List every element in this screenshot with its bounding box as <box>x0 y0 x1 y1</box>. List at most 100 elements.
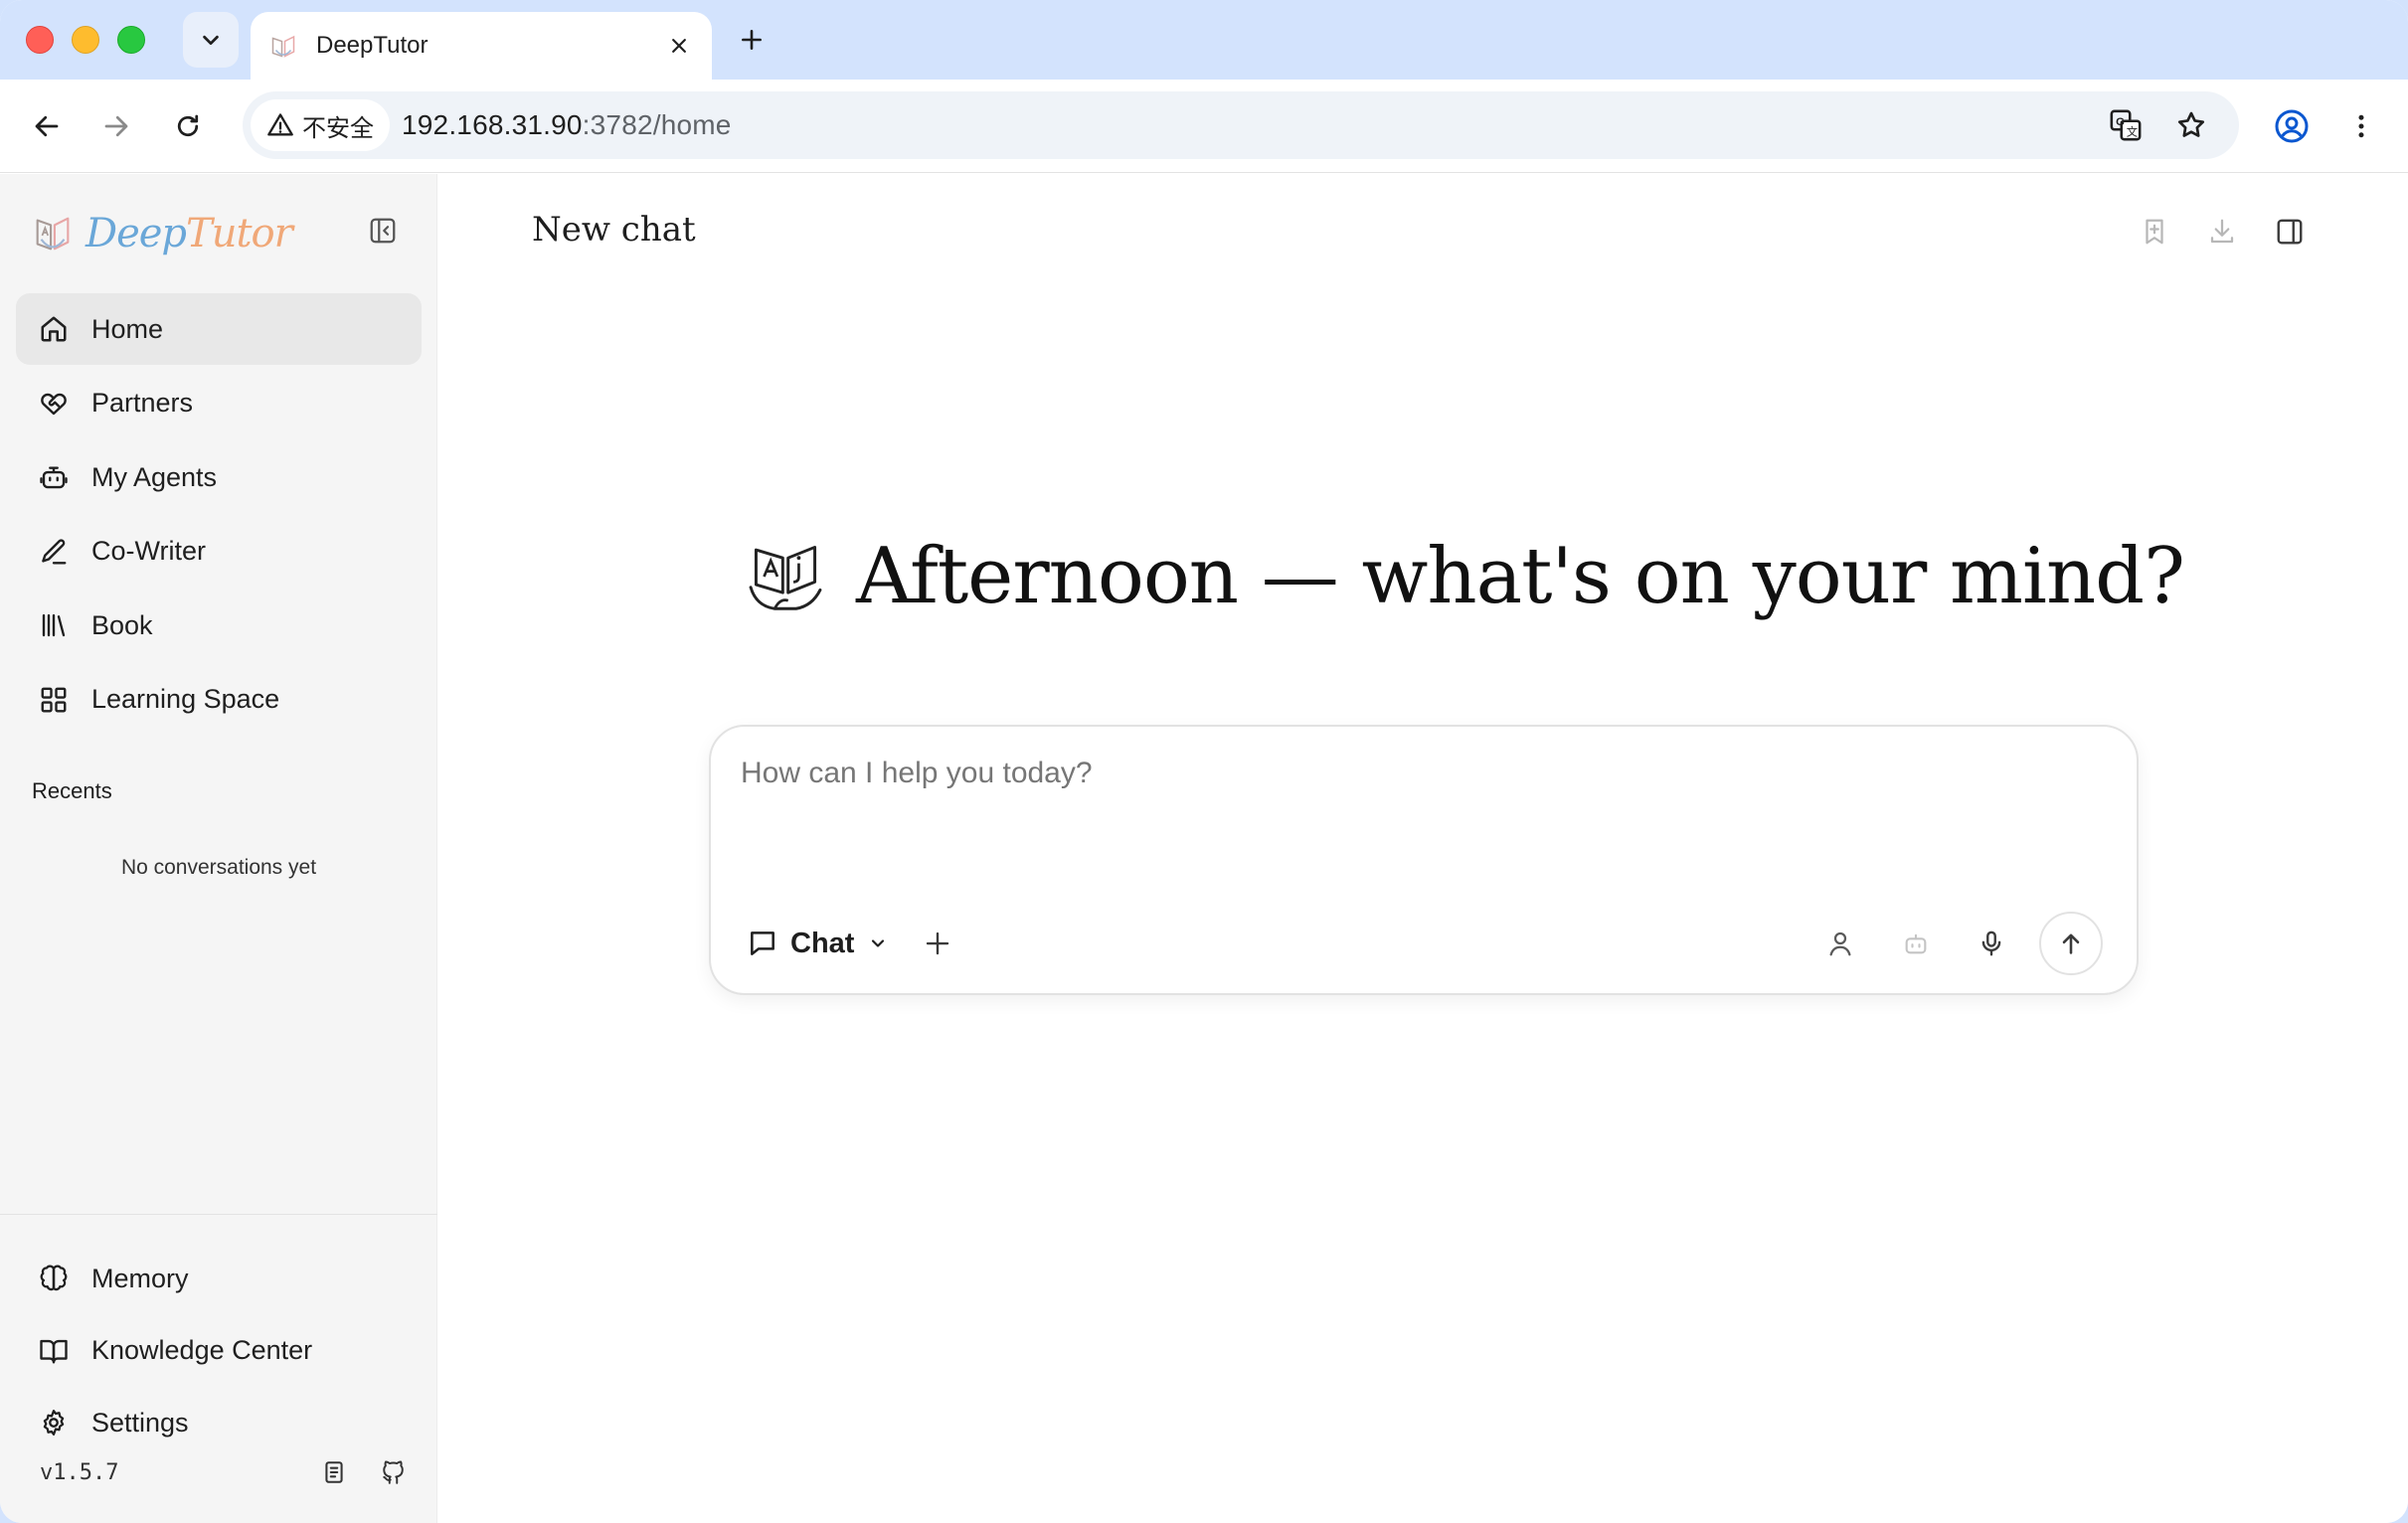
message-input[interactable] <box>741 757 2103 836</box>
app-version: v1.5.7 <box>40 1460 119 1485</box>
deeptutor-hand-book-icon <box>749 545 822 610</box>
arrow-right-icon <box>104 115 128 137</box>
back-button[interactable] <box>24 103 70 149</box>
plus-icon <box>926 931 949 955</box>
tab-close-icon[interactable] <box>664 31 694 61</box>
mode-label: Chat <box>790 927 855 959</box>
download-button[interactable] <box>2202 212 2242 252</box>
secondary-nav: Memory Knowledge Center Settings <box>16 1243 422 1459</box>
profile-button[interactable] <box>2269 103 2315 149</box>
star-icon <box>2177 111 2205 137</box>
sidebar-item-settings[interactable]: Settings <box>16 1387 422 1458</box>
gear-icon <box>38 1407 70 1438</box>
brand-wordmark: DeepTutor <box>86 211 293 256</box>
chat-bubble-icon <box>751 931 774 955</box>
minimize-window-button[interactable] <box>72 26 99 54</box>
brain-icon <box>38 1263 70 1294</box>
reload-button[interactable] <box>165 103 211 149</box>
address-bar[interactable]: 不安全 192.168.31.90:3782/home G文 <box>243 91 2239 159</box>
tab-search-button[interactable] <box>183 12 239 68</box>
security-indicator[interactable]: 不安全 <box>251 99 390 151</box>
sidebar-item-label: Learning Space <box>91 684 280 714</box>
robot-icon <box>1905 933 1927 954</box>
svg-text:G: G <box>2116 116 2125 128</box>
sidebar-item-label: Knowledge Center <box>91 1335 313 1365</box>
sidebar-item-label: Partners <box>91 388 194 418</box>
translate-button[interactable]: G文 <box>2106 105 2146 145</box>
persona-button[interactable] <box>1820 924 1860 963</box>
maximize-window-button[interactable] <box>117 26 145 54</box>
send-button[interactable] <box>2039 912 2103 975</box>
browser-tab[interactable]: DeepTutor <box>251 12 712 80</box>
sidebar-item-book[interactable]: Book <box>16 590 422 661</box>
bookmark-star-button[interactable] <box>2171 105 2211 145</box>
browser-menu-button[interactable] <box>2338 103 2384 149</box>
recents-empty-state: No conversations yet <box>120 856 317 879</box>
browser-window: DeepTutor 不安全 192.168.31.90:3782/home G … <box>0 0 2408 1523</box>
home-icon <box>38 313 70 345</box>
warning-icon <box>267 113 293 136</box>
agent-button[interactable] <box>1896 924 1936 963</box>
github-button[interactable] <box>378 1456 410 1488</box>
tab-title: DeepTutor <box>316 32 429 59</box>
plus-icon <box>742 30 762 50</box>
sidebar-item-knowledge-center[interactable]: Knowledge Center <box>16 1315 422 1387</box>
grid-icon <box>38 684 70 716</box>
panel-right-icon <box>2277 219 2303 245</box>
chevron-down-icon <box>872 939 885 947</box>
sidebar-item-learning-space[interactable]: Learning Space <box>16 664 422 736</box>
sidebar-item-label: Home <box>91 313 164 344</box>
handshake-heart-icon <box>38 388 70 420</box>
sidebar-item-label: Co-Writer <box>91 536 207 566</box>
sidebar-item-label: Memory <box>91 1263 189 1293</box>
forward-button[interactable] <box>93 103 139 149</box>
sidebar-item-label: Settings <box>91 1407 189 1438</box>
brand-logo[interactable]: DeepTutor <box>30 204 293 263</box>
recents-heading: Recents <box>32 778 112 803</box>
brand-part2: Tutor <box>186 211 293 256</box>
brand-part1: Deep <box>86 211 187 256</box>
url-host: 192.168.31.90 <box>402 109 583 140</box>
document-icon <box>325 1461 343 1483</box>
url-path: :3782/home <box>582 109 732 140</box>
sidebar-footer: Memory Knowledge Center Settings <box>0 1214 437 1438</box>
sidebar-item-co-writer[interactable]: Co-Writer <box>16 516 422 588</box>
add-attachment-button[interactable] <box>916 922 959 965</box>
collapse-sidebar-button[interactable] <box>366 214 400 248</box>
sidebar-item-label: Book <box>91 609 153 640</box>
docs-button[interactable] <box>318 1456 350 1488</box>
save-bookmark-button[interactable] <box>2135 212 2174 252</box>
deeptutor-logo-icon <box>36 217 70 251</box>
sidebar-item-home[interactable]: Home <box>16 293 422 365</box>
main-panel: New chat Afternoon — what's on your mind… <box>438 174 2408 1523</box>
sidebar-item-label: My Agents <box>91 461 218 492</box>
download-icon <box>2210 219 2234 244</box>
greeting: Afternoon — what's on your mind? <box>743 522 2185 631</box>
mode-selector-button[interactable]: Chat <box>747 922 888 965</box>
browser-toolbar: 不安全 192.168.31.90:3782/home G文 <box>0 80 2408 173</box>
voice-input-button[interactable] <box>1972 924 2011 963</box>
url-text[interactable]: 192.168.31.90:3782/home <box>402 91 732 159</box>
new-tab-button[interactable] <box>732 20 772 60</box>
bookmark-add-icon <box>2146 219 2163 245</box>
translate-icon: G文 <box>2110 109 2142 141</box>
sidebar-collapse-icon <box>370 218 396 244</box>
toggle-right-panel-button[interactable] <box>2270 212 2310 252</box>
library-icon <box>38 609 70 641</box>
book-open-icon <box>38 1335 70 1367</box>
primary-nav: Home Partners My Agents Co-Writer Book L… <box>16 293 422 738</box>
github-icon <box>383 1460 404 1484</box>
arrow-left-icon <box>35 115 59 137</box>
sidebar-item-my-agents[interactable]: My Agents <box>16 441 422 513</box>
account-circle-icon <box>2275 109 2309 143</box>
sidebar-item-memory[interactable]: Memory <box>16 1243 422 1314</box>
user-icon <box>1829 931 1851 956</box>
microphone-icon <box>1981 931 2001 956</box>
deeptutor-favicon-icon <box>271 35 295 58</box>
pen-icon <box>38 536 70 568</box>
robot-icon <box>38 461 70 493</box>
security-label: 不安全 <box>302 114 374 142</box>
close-window-button[interactable] <box>26 26 54 54</box>
tab-strip: DeepTutor <box>0 0 2408 80</box>
sidebar-item-partners[interactable]: Partners <box>16 368 422 439</box>
